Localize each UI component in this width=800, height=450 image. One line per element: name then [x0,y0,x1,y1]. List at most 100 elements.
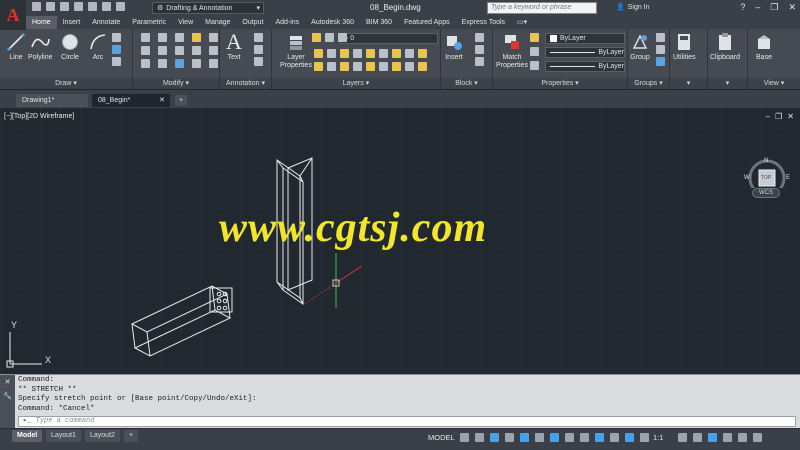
stretch-icon[interactable] [141,59,150,68]
ribbon-tab-parametric[interactable]: Parametric [126,16,172,29]
explode-icon[interactable] [209,33,218,42]
gear-icon[interactable] [678,433,687,442]
wcs-menu[interactable]: WCS [752,188,780,198]
ribbon-display-toggle[interactable]: ▭▾ [511,16,533,29]
table-icon[interactable] [254,57,263,66]
close-icon[interactable]: ✕ [5,378,11,386]
base-button[interactable]: Base [754,32,774,61]
plus-icon[interactable] [693,433,702,442]
hatch-icon[interactable] [112,45,121,54]
selection-cycling-icon[interactable] [595,433,604,442]
layer-dropdown[interactable]: ● 0 [340,33,438,44]
isodraft-icon[interactable] [520,433,529,442]
polar-icon[interactable] [505,433,514,442]
copy-icon[interactable] [141,46,150,55]
open-icon[interactable] [46,2,55,11]
ribbon-tab-annotate[interactable]: Annotate [86,16,126,29]
compass-north[interactable]: N [764,158,768,164]
compass-west[interactable]: W [744,175,750,181]
lengthen-icon[interactable] [209,59,218,68]
block-panel-label[interactable]: Block ▾ [441,78,492,89]
color-dropdown[interactable]: ByLayer [545,33,625,44]
create-block-icon[interactable] [475,33,484,42]
close-tab-icon[interactable]: ✕ [159,94,165,107]
model-space-button[interactable]: MODEL [428,433,455,442]
layout-tab-layout2[interactable]: Layout2 [85,430,120,442]
sign-in-button[interactable]: 👤 Sign In [616,3,650,12]
group-button[interactable]: Group [630,32,650,61]
wrench-icon[interactable]: 🔧 [3,392,12,400]
undo-icon[interactable] [102,2,111,11]
draw-panel-label[interactable]: Draw ▾ [0,78,132,89]
linetype-dropdown[interactable]: ByLayer [545,61,625,72]
move-icon[interactable] [141,33,150,42]
lineweight-toggle-icon[interactable] [565,433,574,442]
annotation-panel-label[interactable]: Annotation ▾ [220,78,271,89]
isolate-objects-icon[interactable] [708,433,717,442]
compass-east[interactable]: E [786,175,790,181]
layer-lock-icon[interactable] [338,33,347,42]
viewport-minimize-icon[interactable]: – [766,112,770,121]
layout-tab-layout1[interactable]: Layout1 [46,430,81,442]
clipboard-button[interactable]: Clipboard [710,32,740,61]
search-input[interactable]: Type a keyword or phrase [487,2,597,14]
close-icon[interactable]: ✕ [788,2,796,13]
utilities-expand[interactable]: ▾ [670,78,707,89]
ribbon-tab-home[interactable]: Home [26,16,57,29]
viewport-close-icon[interactable]: ✕ [787,112,794,121]
viewcube-top-face[interactable]: TOP [761,175,771,181]
doc-tab-drawing1[interactable]: Drawing1* [16,94,88,107]
groups-panel-label[interactable]: Groups ▾ [628,78,669,89]
minimize-icon[interactable]: – [755,2,760,13]
rectangle-icon[interactable] [112,57,121,66]
add-layout-button[interactable]: + [124,430,139,442]
ribbon-tab-output[interactable]: Output [236,16,269,29]
doc-tab-08-begin[interactable]: 08_Begin* ✕ [92,94,170,107]
application-menu-button[interactable]: A [0,0,26,30]
layer-freeze-icon[interactable] [325,33,334,42]
annotation-scale[interactable]: 1:1 [653,433,663,442]
scale-icon[interactable] [158,59,167,68]
ribbon-tab-featured-apps[interactable]: Featured Apps [398,16,456,29]
polyline-button[interactable]: Polyline [28,32,53,61]
transparency-icon[interactable] [580,433,589,442]
drawing-viewport[interactable]: [−][Top][2D Wireframe] – ❐ ✕ N S W E TOP… [0,108,800,374]
match-properties-button[interactable]: Match Properties [495,32,529,70]
ribbon-tab-view[interactable]: View [172,16,199,29]
edit-block-icon[interactable] [475,45,484,54]
new-icon[interactable] [32,2,41,11]
break-icon[interactable] [192,59,201,68]
rotate-icon[interactable] [158,33,167,42]
viewport-controls-label[interactable]: [−][Top][2D Wireframe] [4,113,74,120]
group-select-icon[interactable] [656,57,665,66]
ungroup-icon[interactable] [656,33,665,42]
redo-icon[interactable] [116,2,125,11]
ribbon-tab-add-ins[interactable]: Add-ins [269,16,305,29]
customization-icon[interactable] [753,433,762,442]
grid-icon[interactable] [460,433,469,442]
viewcube[interactable]: N S W E TOP [743,132,793,198]
circle-button[interactable]: Circle [60,32,80,61]
print-icon[interactable] [88,2,97,11]
ribbon-tab-manage[interactable]: Manage [199,16,236,29]
ribbon-tab-autodesk-360[interactable]: Autodesk 360 [305,16,360,29]
clipboard-expand[interactable]: ▾ [708,78,747,89]
layout-tab-model[interactable]: Model [12,430,43,442]
snap-icon[interactable] [475,433,484,442]
insert-button[interactable]: Insert [444,32,464,61]
annotation-visibility-icon[interactable] [640,433,649,442]
3d-osnap-icon[interactable] [610,433,619,442]
ribbon-tab-bim-360[interactable]: BIM 360 [360,16,398,29]
viewport-restore-icon[interactable]: ❐ [775,112,782,121]
object-snap-tracking-icon[interactable] [535,433,544,442]
save-icon[interactable] [60,2,69,11]
save-as-icon[interactable] [74,2,83,11]
arc-button[interactable]: Arc [88,32,108,61]
fillet-icon[interactable] [175,46,184,55]
mirror-icon[interactable] [158,46,167,55]
text-button[interactable]: A Text [224,29,244,61]
view-panel-label[interactable]: View ▾ [748,78,800,89]
new-tab-button[interactable]: + [175,95,187,106]
ribbon-tab-insert[interactable]: Insert [57,16,87,29]
line-button[interactable]: Line [6,32,26,61]
